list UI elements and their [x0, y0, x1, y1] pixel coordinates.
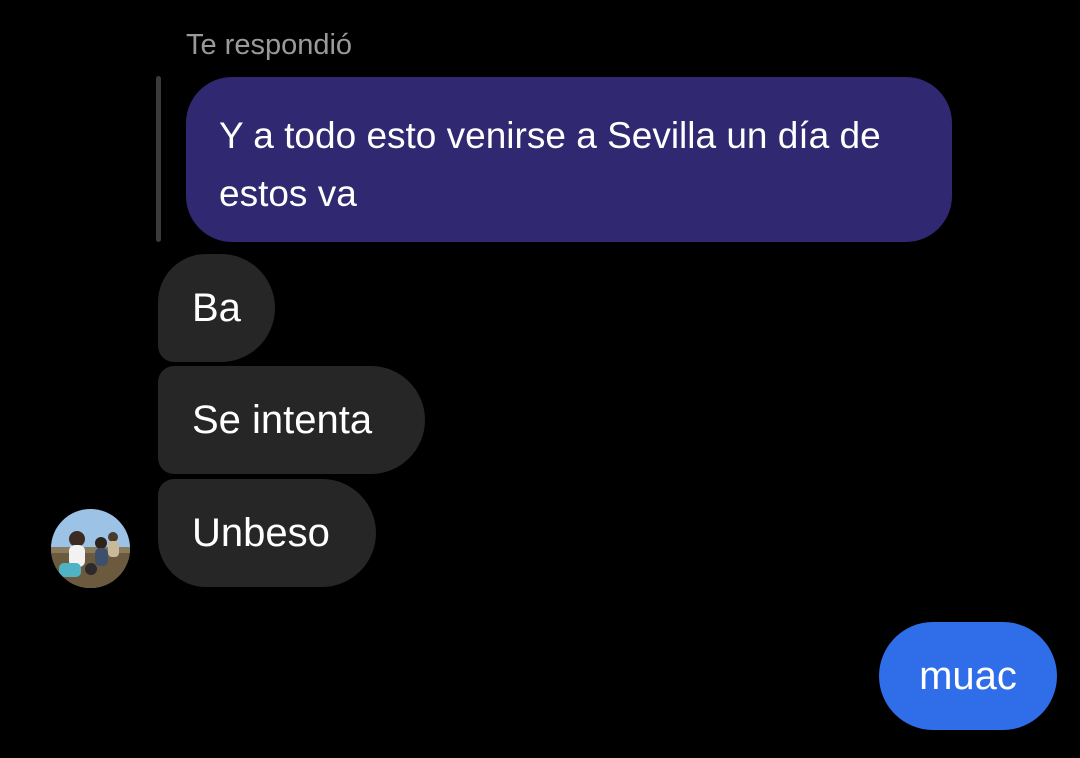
avatar-photo — [51, 509, 130, 588]
message-text: muac — [919, 654, 1017, 698]
reply-header: Te respondió — [186, 29, 353, 61]
outgoing-message-bubble[interactable]: muac — [879, 622, 1057, 730]
message-text: Ba — [192, 286, 241, 330]
quoted-message-text: Y a todo esto venirse a Sevilla un día d… — [219, 115, 881, 214]
reply-indicator-bar — [156, 76, 161, 242]
message-text: Unbeso — [192, 511, 330, 555]
incoming-message-bubble[interactable]: Ba — [158, 254, 275, 362]
quoted-message-bubble[interactable]: Y a todo esto venirse a Sevilla un día d… — [186, 77, 952, 242]
message-text: Se intenta — [192, 398, 373, 442]
avatar[interactable] — [51, 509, 130, 588]
incoming-message-bubble[interactable]: Unbeso — [158, 479, 376, 587]
incoming-message-bubble[interactable]: Se intenta — [158, 366, 425, 474]
